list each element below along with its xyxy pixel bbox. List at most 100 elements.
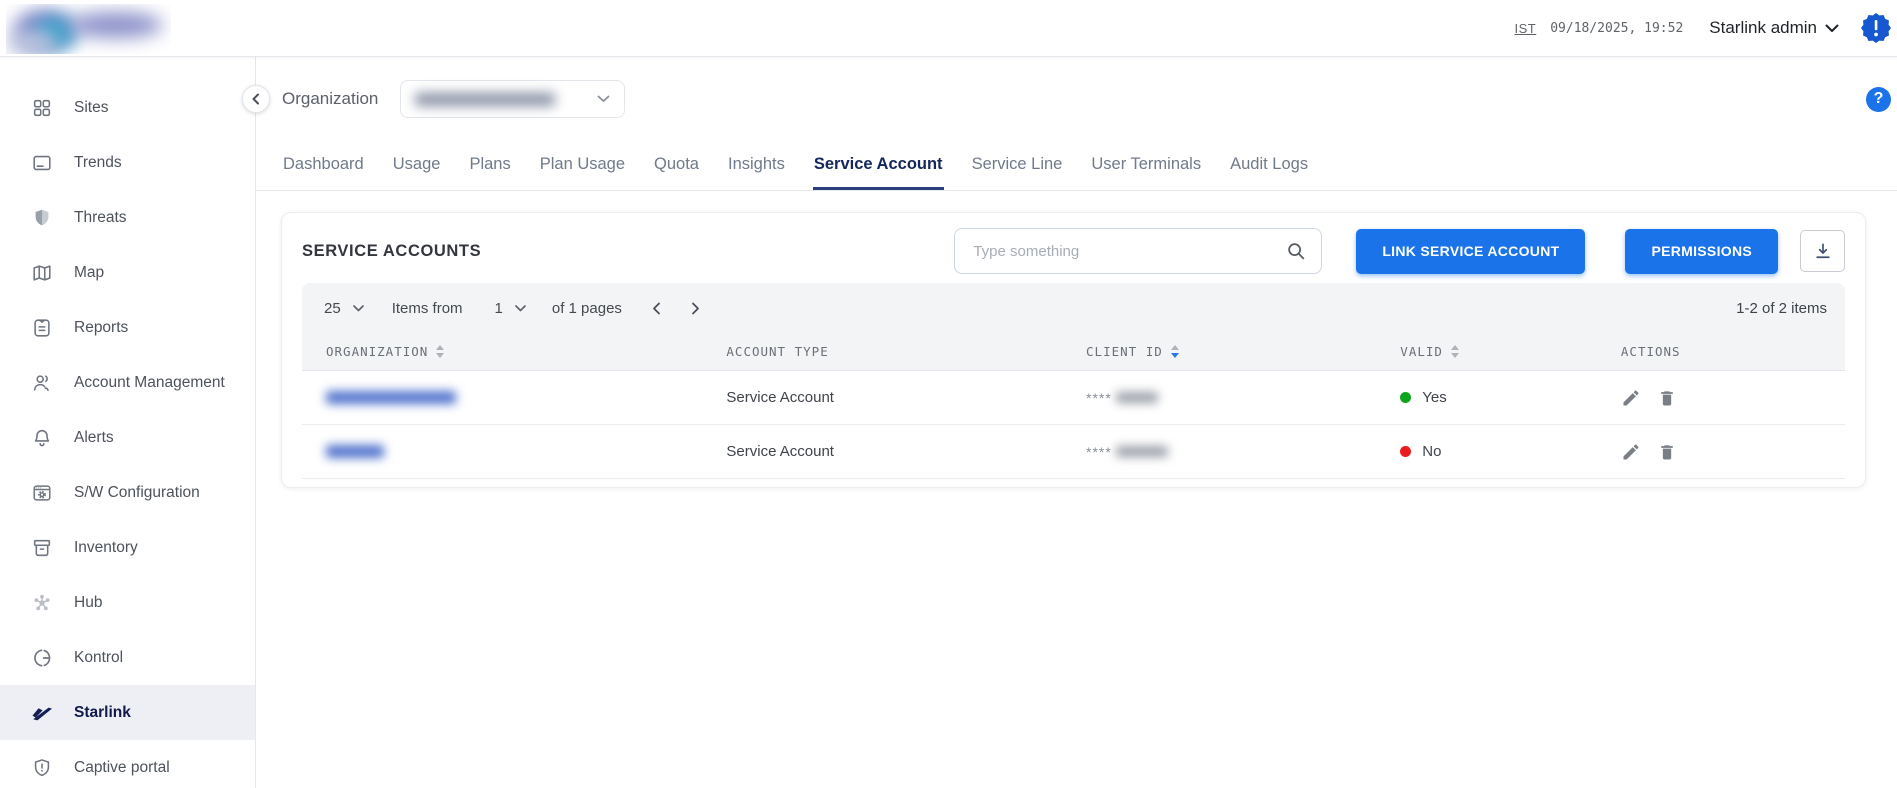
link-service-account-button[interactable]: LINK SERVICE ACCOUNT	[1356, 229, 1585, 274]
sidebar-item-account-management[interactable]: Account Management	[0, 355, 255, 410]
sidebar-item-label: Map	[74, 264, 104, 282]
permissions-button[interactable]: PERMISSIONS	[1625, 229, 1778, 274]
archive-box-icon	[30, 536, 54, 560]
tab-service-line[interactable]: Service Line	[971, 141, 1064, 190]
sidebar-item-reports[interactable]: Reports	[0, 300, 255, 355]
app-logo-blurred	[6, 4, 171, 54]
client-id-redacted	[1116, 446, 1168, 457]
sidebar-item-label: Starlink	[74, 704, 131, 722]
sidebar-item-trends[interactable]: Trends	[0, 135, 255, 190]
client-id-cell: ****	[1078, 390, 1392, 406]
tab-insights[interactable]: Insights	[727, 141, 786, 190]
sidebar-item-threats[interactable]: Threats	[0, 190, 255, 245]
items-range-label: 1-2 of 2 items	[1736, 300, 1827, 317]
sidebar-item-hub[interactable]: Hub	[0, 575, 255, 630]
shield-exclamation-icon	[30, 756, 54, 780]
user-menu[interactable]: Starlink admin	[1709, 18, 1839, 38]
status-dot-red	[1400, 446, 1411, 457]
timezone-label[interactable]: IST	[1514, 21, 1536, 36]
sidebar-item-alerts[interactable]: Alerts	[0, 410, 255, 465]
alert-badge-icon[interactable]	[1861, 13, 1891, 43]
main-content: Organization ? Dashboard Usage Plans Pla…	[256, 57, 1897, 788]
tab-bar: Dashboard Usage Plans Plan Usage Quota I…	[256, 141, 1897, 191]
pages-count-label: of 1 pages	[552, 300, 622, 317]
delete-icon[interactable]	[1657, 442, 1677, 462]
column-header-client-id[interactable]: CLIENT ID	[1078, 344, 1392, 359]
status-dot-green	[1400, 392, 1411, 403]
top-bar: IST 09/18/2025, 19:52 Starlink admin	[0, 0, 1897, 57]
organization-label: Organization	[282, 89, 378, 109]
client-id-cell: ****	[1078, 444, 1392, 460]
client-id-redacted	[1116, 392, 1158, 403]
sort-icon	[1450, 344, 1460, 359]
sidebar-item-inventory[interactable]: Inventory	[0, 520, 255, 575]
sidebar-item-starlink[interactable]: Starlink	[0, 685, 255, 740]
sidebar-item-label: Kontrol	[74, 649, 123, 667]
table-controls-block: 25 Items from 1 of 1 pages	[302, 283, 1845, 371]
sidebar-item-label: Reports	[74, 319, 128, 337]
kontrol-icon	[30, 646, 54, 670]
sidebar-item-kontrol[interactable]: Kontrol	[0, 630, 255, 685]
chevron-down-icon	[1825, 24, 1839, 33]
map-icon	[30, 261, 54, 285]
organization-link-redacted[interactable]	[326, 391, 456, 404]
sidebar-item-label: S/W Configuration	[74, 484, 200, 502]
table-row: Service Account **** Yes	[302, 371, 1845, 425]
download-button[interactable]	[1800, 230, 1845, 272]
sidebar-item-label: Sites	[74, 99, 108, 117]
column-header-actions: ACTIONS	[1613, 344, 1829, 359]
tab-quota[interactable]: Quota	[653, 141, 700, 190]
search-input[interactable]	[973, 243, 1285, 260]
sidebar-item-sw-configuration[interactable]: S/W Configuration	[0, 465, 255, 520]
items-from-label: Items from	[392, 300, 463, 317]
column-header-valid[interactable]: VALID	[1392, 344, 1613, 359]
organization-link-redacted[interactable]	[326, 445, 384, 458]
tab-audit-logs[interactable]: Audit Logs	[1229, 141, 1309, 190]
prev-page-icon[interactable]	[652, 302, 661, 315]
sidebar-item-label: Account Management	[74, 374, 225, 392]
tab-service-account[interactable]: Service Account	[813, 141, 944, 190]
chevron-down-icon	[597, 95, 610, 103]
column-header-account-type: ACCOUNT TYPE	[718, 344, 1078, 359]
shield-half-icon	[30, 206, 54, 230]
sidebar-item-sites[interactable]: Sites	[0, 80, 255, 135]
page-select[interactable]: 1	[495, 300, 526, 317]
tab-usage[interactable]: Usage	[392, 141, 442, 190]
collapse-sidebar-button[interactable]	[242, 85, 270, 113]
edit-icon[interactable]	[1621, 442, 1641, 462]
next-page-icon[interactable]	[691, 302, 700, 315]
sidebar-item-captive-portal[interactable]: Captive portal	[0, 740, 255, 788]
datetime-label: 09/18/2025, 19:52	[1550, 21, 1683, 36]
panel-title: SERVICE ACCOUNTS	[302, 242, 481, 261]
page-size-select[interactable]: 25	[324, 300, 364, 317]
valid-cell: No	[1392, 443, 1613, 460]
search-icon[interactable]	[1285, 240, 1307, 262]
display-icon	[30, 151, 54, 175]
column-header-organization[interactable]: ORGANIZATION	[318, 344, 718, 359]
tab-user-terminals[interactable]: User Terminals	[1090, 141, 1202, 190]
selected-organization-redacted	[415, 93, 555, 106]
help-icon[interactable]: ?	[1866, 87, 1891, 112]
user-icon	[30, 371, 54, 395]
sidebar-item-label: Threats	[74, 209, 127, 227]
download-icon	[1813, 241, 1833, 261]
tab-dashboard[interactable]: Dashboard	[282, 141, 365, 190]
sidebar-item-label: Hub	[74, 594, 102, 612]
sort-icon	[435, 344, 445, 359]
user-menu-label: Starlink admin	[1709, 18, 1817, 38]
sidebar-item-map[interactable]: Map	[0, 245, 255, 300]
sidebar-item-label: Captive portal	[74, 759, 170, 777]
hub-nodes-icon	[30, 591, 54, 615]
table-header-row: ORGANIZATION ACCOUNT TYPE CLIENT ID VALI…	[302, 333, 1845, 371]
tab-plans[interactable]: Plans	[468, 141, 511, 190]
sidebar-item-label: Trends	[74, 154, 122, 172]
edit-icon[interactable]	[1621, 388, 1641, 408]
service-accounts-panel: SERVICE ACCOUNTS LINK SERVICE ACCOUNT PE…	[281, 212, 1866, 488]
search-box	[954, 228, 1322, 274]
valid-cell: Yes	[1392, 389, 1613, 406]
page-value: 1	[495, 300, 503, 317]
tab-plan-usage[interactable]: Plan Usage	[539, 141, 626, 190]
delete-icon[interactable]	[1657, 388, 1677, 408]
organization-select[interactable]	[400, 80, 625, 118]
account-type-cell: Service Account	[718, 389, 1078, 406]
